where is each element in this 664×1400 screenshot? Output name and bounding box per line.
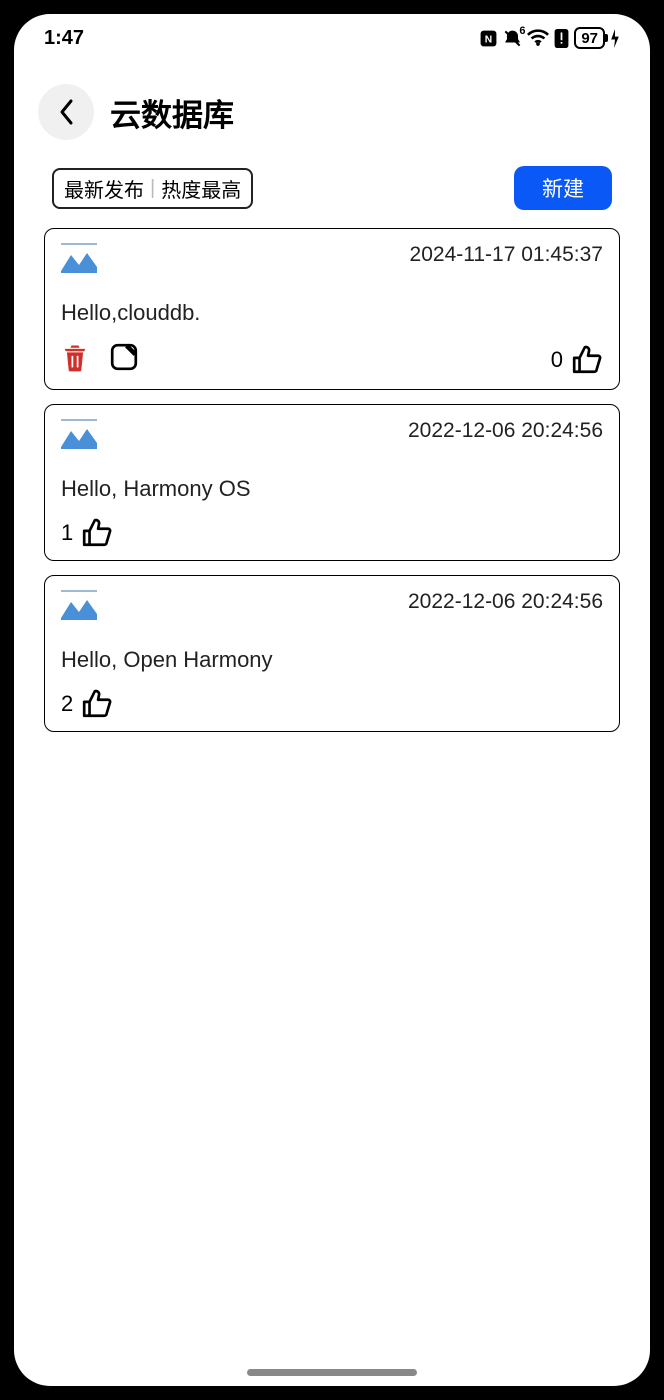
app-header: 云数据库	[14, 62, 650, 158]
sort-toggle[interactable]: 最新发布 | 热度最高	[52, 168, 253, 209]
page-title: 云数据库	[110, 90, 234, 135]
new-button[interactable]: 新建	[514, 166, 612, 210]
svg-text:N: N	[485, 34, 492, 45]
status-time: 1:47	[44, 27, 84, 50]
record-timestamp: 2022-12-06 20:24:56	[408, 419, 603, 443]
card-header: 2024-11-17 01:45:37	[61, 243, 603, 278]
chevron-left-icon	[56, 98, 76, 126]
nfc-icon: N	[479, 29, 498, 48]
card-footer: 2	[61, 689, 603, 719]
edit-icon	[109, 342, 139, 372]
alert-icon	[554, 29, 569, 48]
thumbs-up-icon	[81, 689, 113, 719]
card-header: 2022-12-06 20:24:56	[61, 590, 603, 625]
record-card[interactable]: 2024-11-17 01:45:37 Hello,clouddb. 0	[44, 228, 620, 390]
home-indicator[interactable]	[247, 1369, 417, 1376]
image-placeholder-icon	[61, 419, 97, 454]
delete-button[interactable]	[61, 342, 89, 377]
like-count: 2	[61, 691, 73, 717]
card-footer: 1	[61, 518, 603, 548]
status-bar: 1:47 N 6 97	[14, 14, 650, 62]
edit-button[interactable]	[109, 342, 139, 377]
like-count: 1	[61, 520, 73, 546]
sort-hottest-label: 热度最高	[161, 174, 241, 203]
screen: 1:47 N 6 97	[14, 14, 650, 1386]
status-indicators: N 6 97	[479, 27, 620, 49]
record-timestamp: 2022-12-06 20:24:56	[408, 590, 603, 614]
like-button[interactable]: 0	[551, 345, 603, 375]
record-content: Hello, Open Harmony	[61, 647, 603, 673]
sort-newest-label: 最新发布	[64, 174, 144, 203]
records-list: 2024-11-17 01:45:37 Hello,clouddb. 0	[14, 228, 650, 732]
record-card[interactable]: 2022-12-06 20:24:56 Hello, Harmony OS 1	[44, 404, 620, 561]
record-timestamp: 2024-11-17 01:45:37	[410, 243, 603, 267]
like-button[interactable]: 1	[61, 518, 113, 548]
like-count: 0	[551, 347, 563, 373]
trash-icon	[61, 342, 89, 372]
wifi-icon: 6	[527, 29, 549, 48]
thumbs-up-icon	[81, 518, 113, 548]
image-placeholder-icon	[61, 243, 97, 278]
charging-icon	[610, 29, 620, 48]
like-button[interactable]: 2	[61, 689, 113, 719]
sort-divider: |	[150, 177, 155, 200]
card-footer: 0	[61, 342, 603, 377]
thumbs-up-icon	[571, 345, 603, 375]
back-button[interactable]	[38, 84, 94, 140]
record-content: Hello, Harmony OS	[61, 476, 603, 502]
image-placeholder-icon	[61, 590, 97, 625]
toolbar: 最新发布 | 热度最高 新建	[14, 158, 650, 228]
battery-indicator: 97	[574, 27, 605, 49]
record-content: Hello,clouddb.	[61, 300, 603, 326]
card-header: 2022-12-06 20:24:56	[61, 419, 603, 454]
record-card[interactable]: 2022-12-06 20:24:56 Hello, Open Harmony …	[44, 575, 620, 732]
device-frame: 1:47 N 6 97	[0, 0, 664, 1400]
